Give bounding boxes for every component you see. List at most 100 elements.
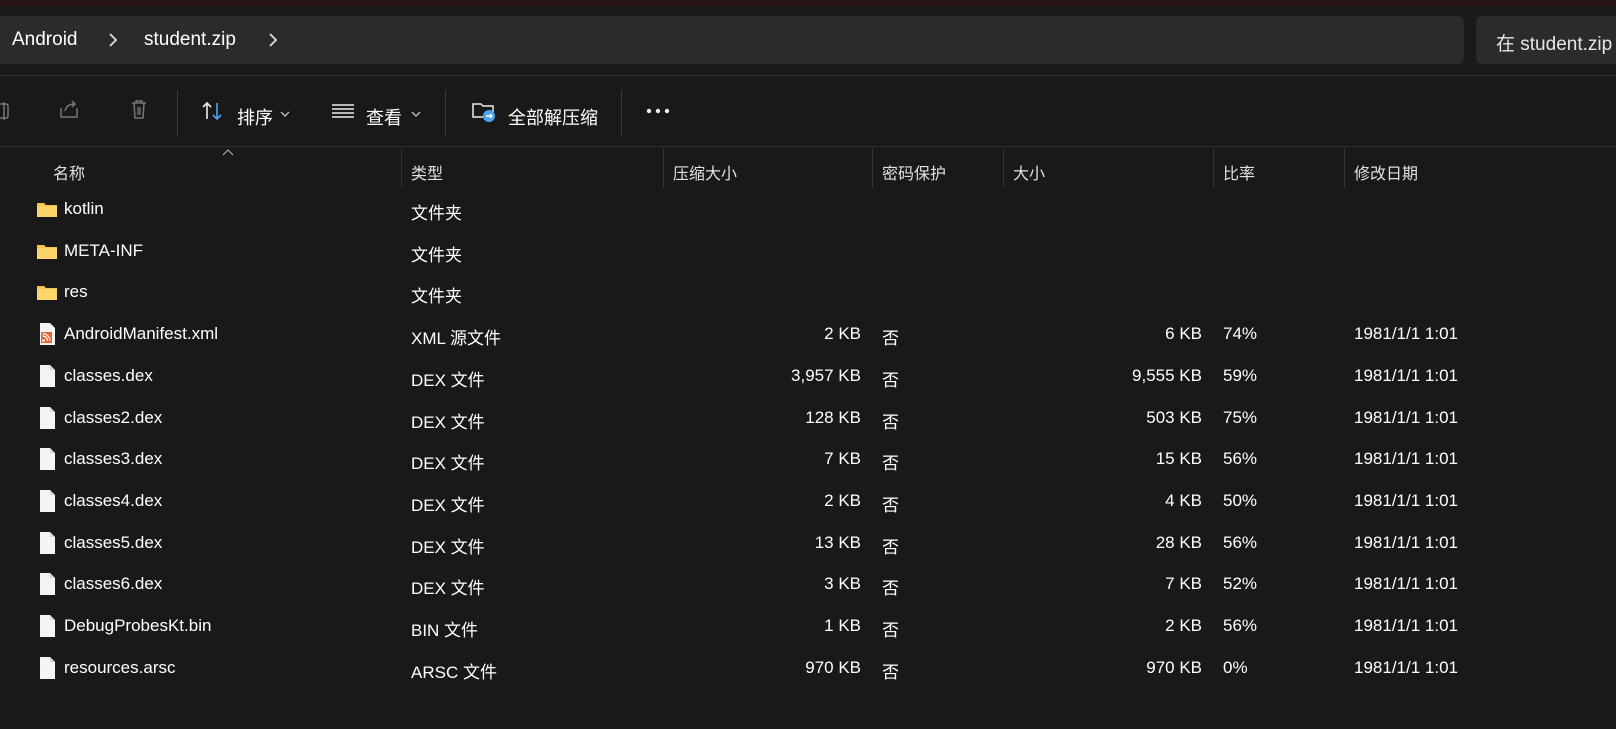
file-size: 15 KB [1155,449,1202,468]
file-name: AndroidManifest.xml [64,324,219,343]
file-modified-date: 1981/1/1 1:01 [1354,324,1458,343]
chevron-right-icon[interactable] [264,31,282,49]
file-password-protected: 否 [882,538,899,557]
divider [0,146,1616,147]
file-name: resources.arsc [64,658,176,677]
column-header-name[interactable]: 名称 [53,160,85,184]
file-compressed-size: 2 KB [824,491,861,510]
file-icon [40,532,55,554]
table-row[interactable]: META-INF 文件夹 [0,230,1616,273]
breadcrumb-student-zip[interactable]: student.zip [144,29,236,51]
file-size: 7 KB [1165,574,1202,593]
file-ratio: 52% [1223,574,1258,593]
file-ratio: 56% [1223,533,1258,552]
file-password-protected: 否 [882,496,899,515]
file-name: classes.dex [64,366,153,385]
toolbar-divider [445,90,446,136]
table-row[interactable]: classes.dex DEX 文件 3,957 KB 否 9,555 KB 59% 198… [0,355,1616,398]
table-row[interactable]: AndroidManifest.xml XML 源文件 2 KB 否 6 KB 74% 19… [0,313,1616,356]
file-type: DEX 文件 [411,371,485,390]
breadcrumb-android[interactable]: Android [12,29,78,51]
file-name: classes2.dex [64,408,163,427]
address-bar[interactable]: Android student.zip [0,16,1464,64]
file-password-protected: 否 [882,579,899,598]
chevron-down-icon [280,111,290,117]
view-list-icon [332,104,354,118]
file-name: kotlin [64,199,104,218]
column-separator[interactable] [872,148,873,188]
column-separator[interactable] [1344,148,1345,188]
column-header-type[interactable]: 类型 [411,160,443,184]
extract-all-label: 全部解压缩 [508,108,598,128]
file-type: 文件夹 [411,246,462,265]
column-header-size[interactable]: 大小 [1013,160,1045,184]
file-size: 4 KB [1165,491,1202,510]
file-compressed-size: 13 KB [814,533,861,552]
table-row[interactable]: classes2.dex DEX 文件 128 KB 否 503 KB 75% 1981/1… [0,397,1616,440]
file-compressed-size: 2 KB [824,324,861,343]
folder-icon [37,203,57,217]
file-icon [40,365,55,387]
file-size: 970 KB [1146,658,1202,677]
file-ratio: 75% [1223,408,1258,427]
toolbar-divider [177,90,178,136]
column-header-modified[interactable]: 修改日期 [1354,160,1418,184]
file-name: classes3.dex [64,449,163,468]
file-password-protected: 否 [882,413,899,432]
column-separator[interactable] [401,148,402,188]
file-modified-date: 1981/1/1 1:01 [1354,658,1458,677]
file-icon [40,573,55,595]
file-modified-date: 1981/1/1 1:01 [1354,491,1458,510]
file-type: BIN 文件 [411,621,479,640]
window-top-strip [0,0,1616,6]
file-icon [40,448,55,470]
divider [0,75,1616,76]
column-header-compressed-size[interactable]: 压缩大小 [673,160,737,184]
file-ratio: 74% [1223,324,1258,343]
file-modified-date: 1981/1/1 1:01 [1354,574,1458,593]
chevron-right-icon[interactable] [104,31,122,49]
file-password-protected: 否 [882,621,899,640]
rename-icon[interactable] [0,100,14,122]
table-row[interactable]: DebugProbesKt.bin BIN 文件 1 KB 否 2 KB 56% 1981/… [0,605,1616,648]
more-options-icon[interactable] [645,106,671,116]
file-icon [40,615,55,637]
table-row[interactable]: classes5.dex DEX 文件 13 KB 否 28 KB 56% 1981/1/1… [0,522,1616,565]
column-separator[interactable] [1213,148,1214,188]
table-row[interactable]: classes4.dex DEX 文件 2 KB 否 4 KB 50% 1981/1/1 1… [0,480,1616,523]
file-modified-date: 1981/1/1 1:01 [1354,533,1458,552]
search-input[interactable]: 在 student.zip [1496,29,1612,56]
file-password-protected: 否 [882,454,899,473]
file-size: 503 KB [1146,408,1202,427]
file-name: classes6.dex [64,574,163,593]
column-header-ratio[interactable]: 比率 [1223,160,1255,184]
share-icon[interactable] [58,98,80,120]
file-size: 6 KB [1165,324,1202,343]
file-type: DEX 文件 [411,413,485,432]
file-modified-date: 1981/1/1 1:01 [1354,449,1458,468]
folder-icon [37,286,57,300]
file-icon [40,490,55,512]
table-row[interactable]: kotlin 文件夹 [0,188,1616,231]
file-ratio: 59% [1223,366,1258,385]
file-type: XML 源文件 [411,329,502,348]
column-header-password[interactable]: 密码保护 [882,160,946,184]
column-separator[interactable] [663,148,664,188]
table-row[interactable]: classes6.dex DEX 文件 3 KB 否 7 KB 52% 1981/1/1 1… [0,563,1616,606]
column-separator[interactable] [1003,148,1004,188]
table-row[interactable]: classes3.dex DEX 文件 7 KB 否 15 KB 56% 1981/1/1 … [0,438,1616,481]
file-name: res [64,282,88,301]
file-modified-date: 1981/1/1 1:01 [1354,616,1458,635]
delete-icon[interactable] [128,98,150,120]
table-row[interactable]: res 文件夹 [0,271,1616,314]
toolbar-divider [621,90,622,136]
xml-file-icon [40,323,55,345]
file-type: 文件夹 [411,204,462,223]
file-type: DEX 文件 [411,579,485,598]
search-box[interactable]: 在 student.zip [1476,16,1616,64]
file-name: DebugProbesKt.bin [64,616,212,635]
file-size: 9,555 KB [1132,366,1202,385]
file-type: 文件夹 [411,287,462,306]
table-row[interactable]: resources.arsc ARSC 文件 970 KB 否 970 KB 0% 1981… [0,647,1616,690]
file-compressed-size: 970 KB [805,658,861,677]
